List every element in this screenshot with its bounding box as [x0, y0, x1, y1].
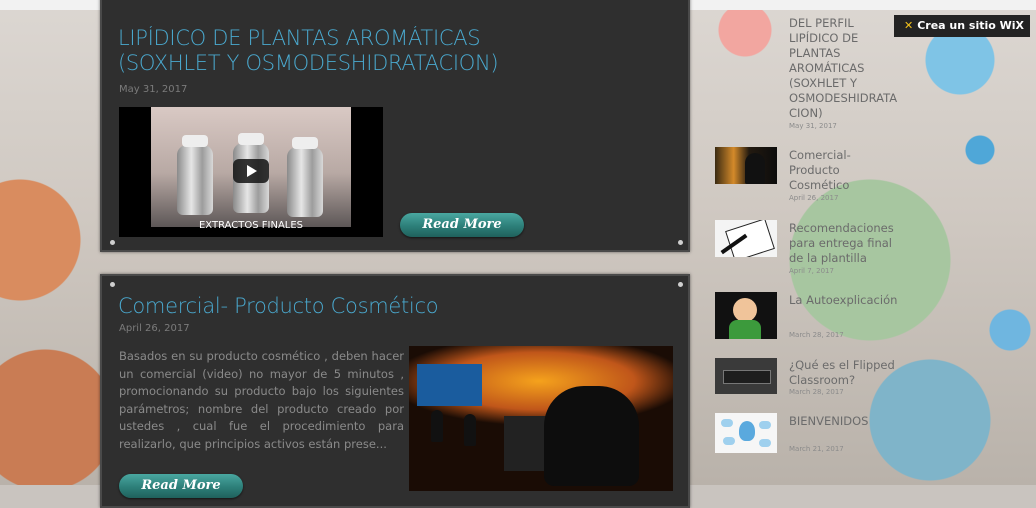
studio-screen [417, 364, 482, 406]
sidebar-post-date: March 28, 2017 [789, 388, 844, 396]
post-date: April 26, 2017 [119, 323, 190, 334]
jar-image [287, 147, 323, 217]
cartoon-face [733, 298, 757, 322]
notebook-image [725, 220, 775, 257]
flipped-logo [723, 370, 771, 384]
jar-cap [238, 133, 264, 145]
sidebar-post-title[interactable]: ¿Qué es el Flipped Classroom? [789, 358, 909, 388]
jar-cap [292, 137, 318, 149]
sidebar-post-date: April 7, 2017 [789, 267, 834, 275]
sidebar-thumbnail[interactable] [715, 358, 777, 394]
sidebar-post-title[interactable]: BIENVENIDOS [789, 414, 909, 429]
sidebar-thumbnail[interactable] [715, 147, 777, 184]
cartoon-body [729, 320, 761, 339]
post-date: May 31, 2017 [119, 84, 188, 95]
sidebar-post-date: May 31, 2017 [789, 122, 837, 130]
thumbnail-figure [745, 153, 765, 184]
sidebar-post-title[interactable]: DEL PERFIL LIPÍDICO DE PLANTAS AROMÁTICA… [789, 16, 897, 121]
sidebar-post-title[interactable]: Recomendaciones para entrega final de la… [789, 221, 909, 266]
bubble-icon [759, 421, 771, 429]
bubble-icon [759, 439, 771, 447]
bulb-icon [739, 421, 755, 441]
read-more-button[interactable]: Read More [400, 213, 524, 237]
post-excerpt: Basados en su producto cosmético , deben… [119, 349, 404, 451]
sidebar-post-title[interactable]: La Autoexplicación [789, 293, 919, 308]
camera-operator [544, 386, 639, 486]
corner-rivet [678, 282, 683, 287]
sidebar-post-title[interactable]: Comercial- Producto Cosmético [789, 148, 889, 193]
post-image [409, 346, 673, 491]
corner-rivet [110, 240, 115, 245]
sidebar-post-date: March 28, 2017 [789, 331, 844, 339]
studio-person [431, 410, 443, 442]
sidebar-thumbnail[interactable] [715, 292, 777, 339]
bubble-icon [721, 419, 733, 427]
post-title-link[interactable]: Comercial- Producto Cosmético [118, 294, 538, 319]
jar-image [177, 145, 213, 215]
sidebar-thumbnail[interactable] [715, 220, 777, 257]
corner-rivet [110, 282, 115, 287]
sidebar-post-date: April 26, 2017 [789, 194, 839, 202]
wix-badge-link[interactable]: ✕ Crea un sitio WiX [894, 15, 1030, 37]
bubble-icon [723, 437, 735, 445]
corner-rivet [678, 240, 683, 245]
blog-post-card: LIPÍDICO DE PLANTAS AROMÁTICAS (SOXHLET … [100, 0, 690, 252]
wix-badge-label: Crea un sitio WiX [917, 19, 1025, 32]
read-more-button[interactable]: Read More [119, 474, 243, 498]
video-caption: EXTRACTOS FINALES [198, 220, 304, 231]
sidebar-thumbnail[interactable] [715, 413, 777, 453]
sidebar-post-date: March 21, 2017 [789, 445, 844, 453]
wix-x-icon: ✕ [904, 19, 914, 32]
jar-cap [182, 135, 208, 147]
studio-tripod [504, 416, 549, 471]
play-icon[interactable] [233, 159, 269, 183]
post-title-link[interactable]: LIPÍDICO DE PLANTAS AROMÁTICAS (SOXHLET … [118, 26, 588, 78]
studio-person [464, 414, 476, 446]
video-player[interactable]: EXTRACTOS FINALES [119, 107, 383, 237]
blog-post-card: Comercial- Producto Cosmético April 26, … [100, 274, 690, 508]
